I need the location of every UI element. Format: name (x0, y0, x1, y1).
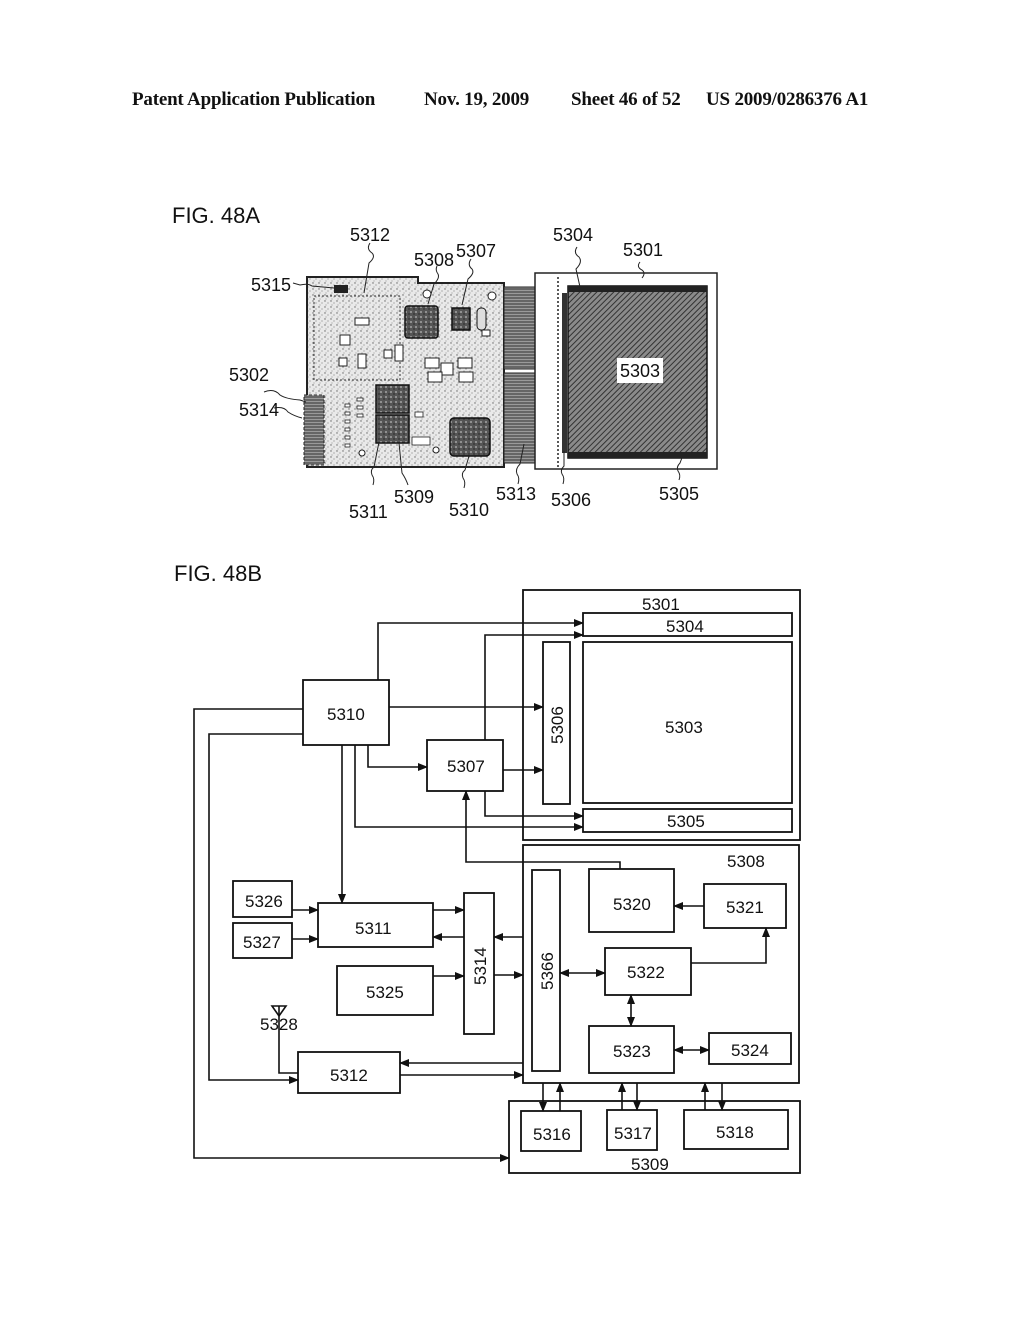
label-5318: 5318 (716, 1123, 754, 1142)
label-5306: 5306 (548, 706, 567, 744)
fig-48b-diagram: 5301 5304 5306 5303 5305 5310 5307 5308 … (193, 589, 801, 1174)
label-5366: 5366 (538, 952, 557, 990)
label-5305: 5305 (667, 812, 705, 831)
label-5301: 5301 (642, 595, 680, 614)
label-5303: 5303 (665, 718, 703, 737)
label-5324: 5324 (731, 1041, 769, 1060)
label-5325: 5325 (366, 983, 404, 1002)
label-5307: 5307 (447, 757, 485, 776)
label-5314: 5314 (471, 947, 490, 985)
label-5311: 5311 (355, 919, 392, 938)
label-5322: 5322 (627, 963, 665, 982)
label-5312: 5312 (330, 1066, 368, 1085)
label-5308: 5308 (727, 852, 765, 871)
label-5323: 5323 (613, 1042, 651, 1061)
label-5310: 5310 (327, 705, 365, 724)
label-5320: 5320 (613, 895, 651, 914)
label-5328: 5328 (260, 1015, 298, 1034)
label-5326: 5326 (245, 892, 283, 911)
label-5304: 5304 (666, 617, 704, 636)
label-5316: 5316 (533, 1125, 571, 1144)
label-5321: 5321 (726, 898, 764, 917)
label-5309: 5309 (631, 1155, 669, 1174)
label-5327: 5327 (243, 933, 281, 952)
label-5317: 5317 (614, 1124, 652, 1143)
